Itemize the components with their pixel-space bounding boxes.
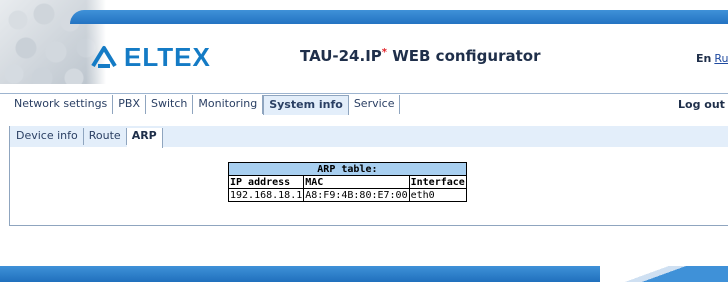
column-header-mac: MAC bbox=[303, 175, 410, 189]
column-header-interface: Interface bbox=[408, 175, 467, 189]
tab-monitoring[interactable]: Monitoring bbox=[193, 95, 264, 114]
main-menu: Network settings PBX Switch Monitoring S… bbox=[9, 95, 401, 115]
language-switcher: En Ru bbox=[696, 52, 728, 65]
arp-table: ARP table: IP address MAC Interface 192.… bbox=[227, 162, 467, 202]
menu-divider bbox=[0, 93, 728, 94]
header-banner: ELTEX TAU-24.IP* WEB configurator En Ru bbox=[0, 0, 728, 84]
logo-text: ELTEX bbox=[124, 41, 211, 72]
tab-system-info[interactable]: System info bbox=[263, 95, 349, 115]
lang-ru-link[interactable]: Ru bbox=[714, 52, 728, 65]
table-header-row: IP address MAC Interface bbox=[227, 175, 467, 189]
product-name: TAU-24.IP bbox=[300, 47, 382, 65]
table-caption: ARP table: bbox=[228, 162, 467, 176]
cell-ip: 192.168.18.1 bbox=[227, 188, 305, 202]
header-top-bar bbox=[70, 10, 728, 24]
page-title: TAU-24.IP* WEB configurator bbox=[300, 47, 541, 65]
tab-network-settings[interactable]: Network settings bbox=[9, 95, 114, 114]
footer-decoration bbox=[600, 266, 728, 282]
table-row: 192.168.18.1 A8:F9:4B:80:E7:00 eth0 bbox=[227, 188, 467, 202]
subtab-arp[interactable]: ARP bbox=[126, 128, 163, 148]
column-header-ip: IP address bbox=[227, 175, 305, 189]
lang-en: En bbox=[696, 52, 712, 65]
logout-link[interactable]: Log out bbox=[678, 98, 725, 111]
eltex-logo-icon bbox=[91, 46, 117, 68]
table-caption-row: ARP table: bbox=[228, 162, 467, 176]
tab-switch[interactable]: Switch bbox=[146, 95, 194, 114]
subtab-route[interactable]: Route bbox=[84, 128, 127, 145]
sub-menu: Device info Route ARP bbox=[11, 128, 163, 148]
tab-service[interactable]: Service bbox=[349, 95, 401, 114]
tab-pbx[interactable]: PBX bbox=[113, 95, 147, 114]
product-suffix: WEB configurator bbox=[387, 47, 541, 65]
subtab-device-info[interactable]: Device info bbox=[11, 128, 84, 145]
eltex-logo: ELTEX bbox=[90, 42, 211, 72]
cell-interface: eth0 bbox=[408, 188, 467, 202]
cell-mac: A8:F9:4B:80:E7:00 bbox=[303, 188, 410, 202]
